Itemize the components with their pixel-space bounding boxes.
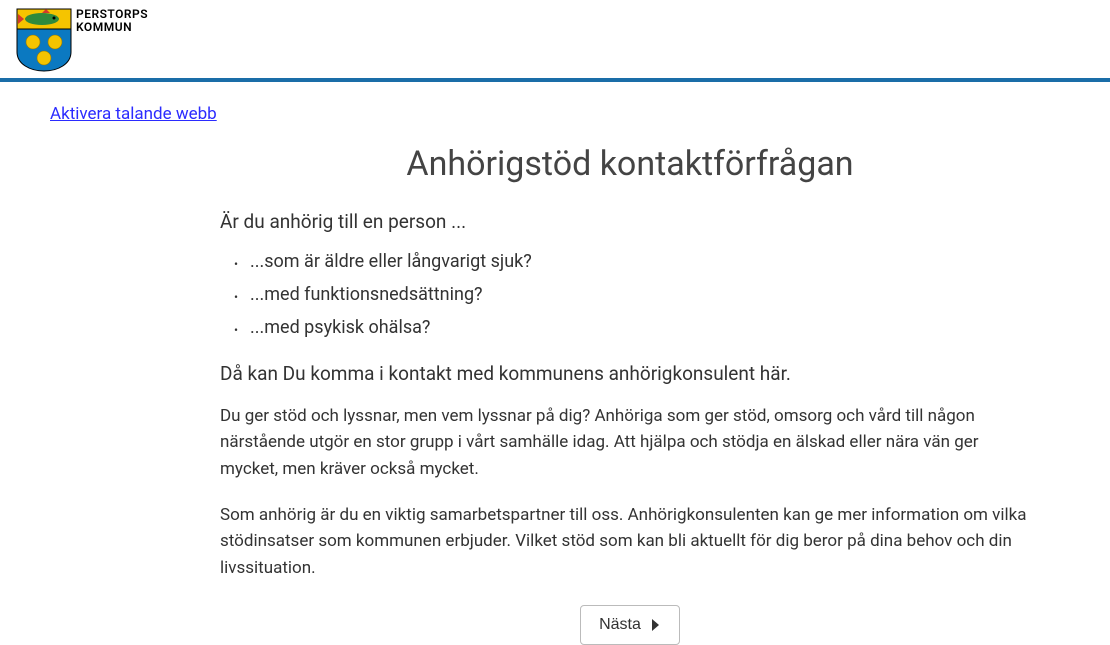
page-container: Aktivera talande webb Anhörigstöd kontak… bbox=[30, 82, 1080, 645]
paragraph-1: Du ger stöd och lyssnar, men vem lyssnar… bbox=[220, 403, 1040, 482]
lead-text: Är du anhörig till en person ... bbox=[220, 210, 1040, 233]
bullet-list: ...som är äldre eller långvarigt sjuk? .… bbox=[220, 245, 1040, 344]
org-name-line2: KOMMUN bbox=[76, 21, 148, 34]
main-content: Anhörigstöd kontaktförfrågan Är du anhör… bbox=[220, 124, 1040, 645]
list-item: ...med funktionsnedsättning? bbox=[250, 278, 1040, 311]
list-item: ...som är äldre eller långvarigt sjuk? bbox=[250, 245, 1040, 278]
logo: PERSTORPS KOMMUN bbox=[16, 8, 1094, 72]
paragraph-2: Som anhörig är du en viktig samarbetspar… bbox=[220, 502, 1040, 581]
list-item: ...med psykisk ohälsa? bbox=[250, 311, 1040, 344]
site-header: PERSTORPS KOMMUN bbox=[0, 0, 1110, 82]
subhead-text: Då kan Du komma i kontakt med kommunens … bbox=[220, 362, 1040, 385]
page-title: Anhörigstöd kontaktförfrågan bbox=[220, 144, 1040, 184]
next-button[interactable]: Nästa bbox=[580, 605, 680, 645]
chevron-right-icon bbox=[651, 618, 661, 632]
org-name: PERSTORPS KOMMUN bbox=[76, 8, 148, 34]
next-button-label: Nästa bbox=[599, 616, 641, 634]
shield-icon bbox=[16, 8, 72, 72]
activate-talking-web-link[interactable]: Aktivera talande webb bbox=[50, 104, 217, 124]
button-row: Nästa bbox=[220, 605, 1040, 645]
